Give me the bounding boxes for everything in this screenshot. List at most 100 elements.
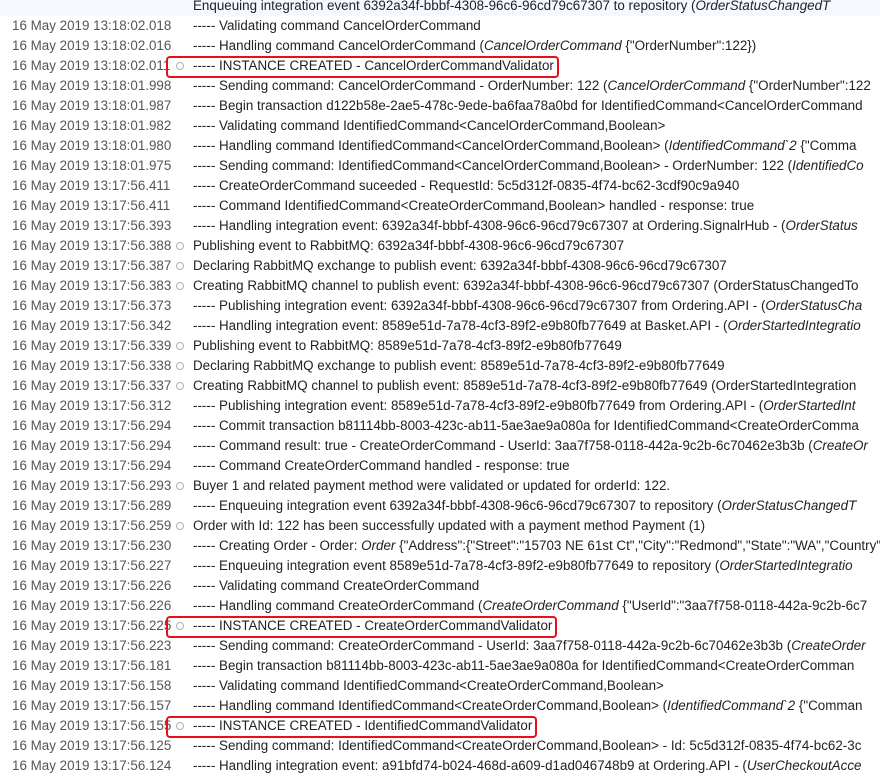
log-message: Publishing event to RabbitMQ: 6392a34f-b… [193, 236, 624, 256]
log-message-type-name: OrderStartedIntegratio [727, 318, 861, 333]
log-message-text: ----- Commit transaction b81114bb-8003-4… [193, 418, 859, 433]
log-row[interactable]: 16 May 2019 13:17:56.312 ----- Publishing… [0, 396, 880, 416]
log-row[interactable]: 16 May 2019 13:17:56.181 ----- Begin tran… [0, 656, 880, 676]
log-timestamp: 16 May 2019 13:17:56.259 [12, 518, 172, 533]
log-message: ----- Handling integration event: 6392a3… [193, 216, 858, 236]
log-timestamp: 16 May 2019 13:17:56.230 [12, 538, 172, 553]
log-message-text: ----- Handling command CancelOrderComman… [193, 38, 484, 53]
log-message: Declaring RabbitMQ exchange to publish e… [193, 356, 725, 376]
log-row[interactable]: 16 May 2019 13:17:56.342 ----- Handling i… [0, 316, 880, 336]
log-timestamp: 16 May 2019 13:17:56.225 [12, 618, 172, 633]
log-message: ----- INSTANCE CREATED - CreateOrderComm… [193, 616, 552, 636]
log-message-text: Buyer 1 and related payment method were … [193, 478, 671, 493]
log-message-text: ----- Sending command: IdentifiedCommand… [193, 738, 862, 753]
log-message: Publishing event to RabbitMQ: 8589e51d-7… [193, 336, 622, 356]
log-row[interactable]: 16 May 2019 13:18:02.011 ----- INSTANCE C… [0, 56, 880, 78]
log-row[interactable]: 16 May 2019 13:17:56.157 ----- Handling c… [0, 696, 880, 716]
log-row[interactable]: 16 May 2019 13:18:01.980 ----- Handling c… [0, 136, 880, 156]
log-row[interactable]: 16 May 2019 13:17:56.259 Order with Id: 1… [0, 516, 880, 536]
log-timestamp: 16 May 2019 13:17:56.312 [12, 398, 172, 413]
log-message-text: ----- Command CreateOrderCommand handled… [193, 458, 570, 473]
log-timestamp: 16 May 2019 13:17:56.289 [12, 498, 172, 513]
log-message-type-name: CreateOrder [791, 638, 866, 653]
log-message-text: Declaring RabbitMQ exchange to publish e… [193, 258, 727, 273]
log-row[interactable]: 16 May 2019 13:17:56.388 Publishing event… [0, 236, 880, 256]
log-timestamp: 16 May 2019 13:17:56.388 [12, 238, 172, 253]
log-message-text: {"Comma [796, 138, 857, 153]
log-row[interactable]: 16 May 2019 13:17:56.339 Publishing event… [0, 336, 880, 356]
log-message: Declaring RabbitMQ exchange to publish e… [193, 256, 727, 276]
log-message-type-name: Order [361, 538, 396, 553]
log-timestamp: 16 May 2019 13:17:56.338 [12, 358, 172, 373]
log-timestamp: 16 May 2019 13:17:56.125 [12, 738, 172, 753]
log-message: ----- Handling integration event: a91bfd… [193, 756, 861, 776]
log-message: ----- Enqueuing integration event 8589e5… [193, 556, 853, 576]
log-message-type-name: OrderStartedInt [763, 398, 856, 413]
log-message-text: ----- Publishing integration event: 8589… [193, 398, 764, 413]
log-timestamp: 16 May 2019 13:18:02.011 [12, 58, 171, 73]
log-message: ----- Sending command: IdentifiedCommand… [193, 736, 861, 756]
log-row[interactable]: 16 May 2019 13:17:56.155 ----- INSTANCE C… [0, 716, 880, 738]
log-message-text: {"UserId":"3aa7f758-0118-442a-9c2b-6c7 [618, 598, 868, 613]
log-row[interactable]: 16 May 2019 13:17:56.223 ----- Sending co… [0, 636, 880, 656]
log-row[interactable]: 16 May 2019 13:18:01.987 ----- Begin tran… [0, 96, 880, 116]
log-row[interactable]: 16 May 2019 13:17:56.337 Creating RabbitM… [0, 376, 880, 396]
log-timestamp: 16 May 2019 13:17:56.337 [12, 378, 172, 393]
log-row[interactable]: 16 May 2019 13:17:56.383 Creating RabbitM… [0, 276, 880, 296]
log-row[interactable]: 16 May 2019 13:17:56.226 ----- Validating… [0, 576, 880, 596]
log-message: Creating RabbitMQ channel to publish eve… [193, 376, 856, 396]
log-row[interactable]: 16 May 2019 13:17:56.411 ----- CreateOrde… [0, 176, 880, 196]
log-row[interactable]: 16 May 2019 13:17:56.294 ----- Command re… [0, 436, 880, 456]
log-row[interactable]: 16 May 2019 13:17:56.393 ----- Handling i… [0, 216, 880, 236]
log-timestamp: 16 May 2019 13:17:56.227 [12, 558, 172, 573]
log-message-text: ----- CreateOrderCommand suceeded - Requ… [193, 178, 740, 193]
circle-marker-icon [176, 362, 184, 370]
log-row[interactable]: 16 May 2019 13:17:56.411 ----- Command Id… [0, 196, 880, 216]
log-row[interactable]: 16 May 2019 13:17:56.373 ----- Publishing… [0, 296, 880, 316]
log-timestamp: 16 May 2019 13:17:56.387 [12, 258, 172, 273]
log-timestamp: 16 May 2019 13:18:02.018 [12, 18, 172, 33]
log-row[interactable]: 16 May 2019 13:17:56.294 ----- Commit tra… [0, 416, 880, 436]
log-row[interactable]: 16 May 2019 13:17:56.226 ----- Handling c… [0, 596, 880, 616]
log-message-text: ----- INSTANCE CREATED - IdentifiedComma… [193, 718, 533, 733]
log-message: ----- Sending command: IdentifiedCommand… [193, 156, 864, 176]
log-row[interactable]: 16 May 2019 13:18:01.975 ----- Sending co… [0, 156, 880, 176]
log-row[interactable]: 16 May 2019 13:17:56.387 Declaring Rabbit… [0, 256, 880, 276]
log-row[interactable]: 16 May 2019 13:17:56.125 ----- Sending co… [0, 736, 880, 756]
log-message: ----- Handling command CreateOrderComman… [193, 596, 867, 616]
log-timestamp: 16 May 2019 13:17:56.294 [12, 438, 172, 453]
circle-marker-icon [176, 622, 184, 630]
log-message: Order with Id: 122 has been successfully… [193, 516, 705, 536]
log-row[interactable]: 16 May 2019 13:17:56.225 ----- INSTANCE C… [0, 616, 880, 638]
log-row[interactable]: 16 May 2019 13:17:56.124 ----- Handling i… [0, 756, 880, 776]
log-row[interactable]: 16 May 2019 13:17:56.289 ----- Enqueuing … [0, 496, 880, 516]
log-row[interactable]: 16 May 2019 13:18:02.018 ----- Validating… [0, 16, 880, 36]
log-message: ----- Publishing integration event: 6392… [193, 296, 862, 316]
log-timestamp: 16 May 2019 13:17:56.294 [12, 418, 172, 433]
log-timestamp: 16 May 2019 13:17:56.223 [12, 638, 172, 653]
log-message-type-name: OrderStatusChangedT [695, 0, 831, 13]
log-message: ----- Handling integration event: 8589e5… [193, 316, 861, 336]
log-message: ----- INSTANCE CREATED - IdentifiedComma… [193, 716, 532, 736]
log-row[interactable]: Enqueuing integration event 6392a34f-bbb… [0, 0, 880, 16]
log-message-text: {"OrderNumber":122}) [621, 38, 757, 53]
log-timestamp: 16 May 2019 13:18:01.982 [12, 118, 172, 133]
circle-marker-icon [176, 342, 184, 350]
log-row[interactable]: 16 May 2019 13:17:56.158 ----- Validating… [0, 676, 880, 696]
log-message-text: {"Address":{"Street":"15703 NE 61st Ct",… [395, 538, 880, 553]
log-row[interactable]: 16 May 2019 13:17:56.227 ----- Enqueuing … [0, 556, 880, 576]
log-timestamp: 16 May 2019 13:17:56.157 [12, 698, 172, 713]
log-row[interactable]: 16 May 2019 13:18:01.982 ----- Validating… [0, 116, 880, 136]
log-row[interactable]: 16 May 2019 13:17:56.293 Buyer 1 and rela… [0, 476, 880, 496]
log-message: ----- INSTANCE CREATED - CancelOrderComm… [193, 56, 554, 76]
log-message-text: Declaring RabbitMQ exchange to publish e… [193, 358, 725, 373]
log-row[interactable]: 16 May 2019 13:17:56.338 Declaring Rabbit… [0, 356, 880, 376]
log-message-type-name: OrderStatus [785, 218, 858, 233]
log-row[interactable]: 16 May 2019 13:17:56.230 ----- Creating O… [0, 536, 880, 556]
log-message-text: ----- Creating Order - Order: [193, 538, 362, 553]
log-timestamp: 16 May 2019 13:17:56.226 [12, 578, 172, 593]
log-row[interactable]: 16 May 2019 13:17:56.294 ----- Command Cr… [0, 456, 880, 476]
log-row[interactable]: 16 May 2019 13:18:01.998 ----- Sending co… [0, 76, 880, 96]
log-message: ----- Handling command IdentifiedCommand… [193, 696, 862, 716]
log-row[interactable]: 16 May 2019 13:18:02.016 ----- Handling c… [0, 36, 880, 56]
